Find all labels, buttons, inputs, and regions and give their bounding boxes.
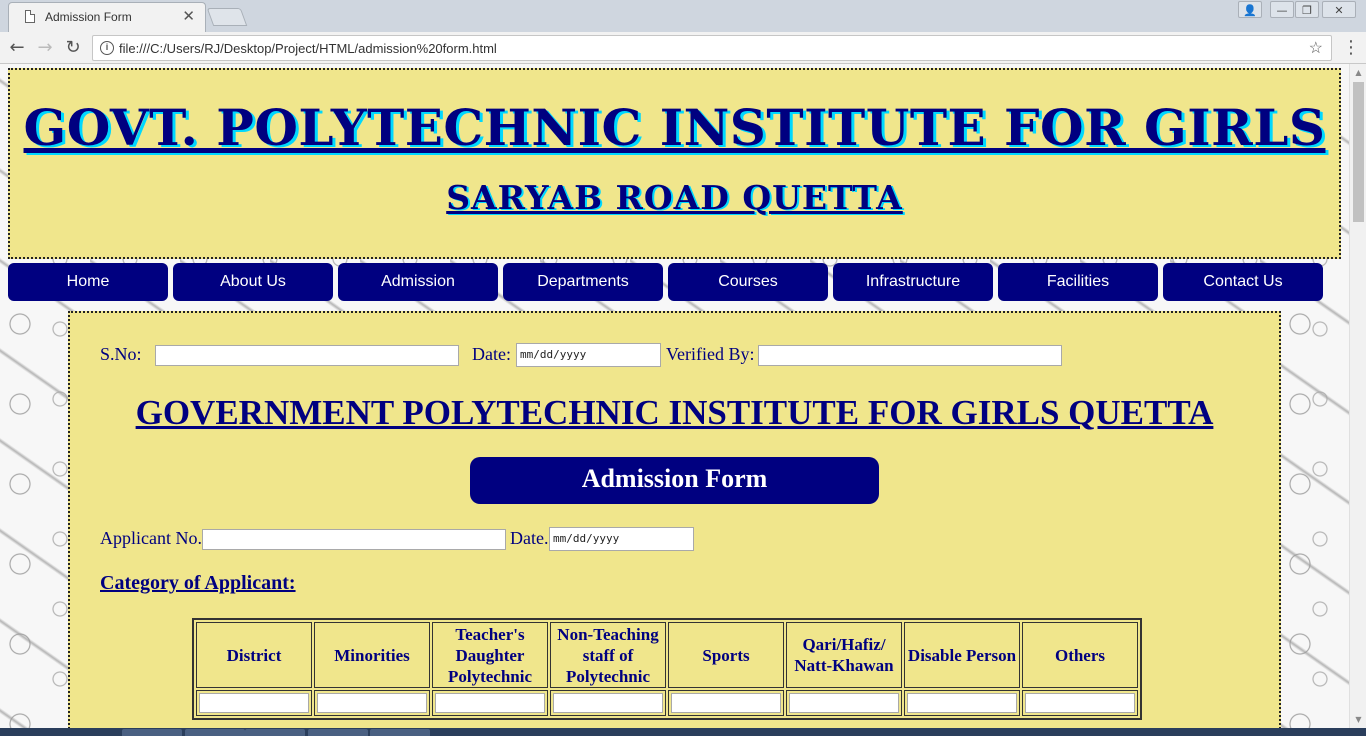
qari-hafiz-input[interactable] (789, 693, 899, 713)
nav-facilities[interactable]: Facilities (998, 263, 1158, 301)
category-others: Others (1022, 622, 1138, 688)
disable-person-input[interactable] (907, 693, 1017, 713)
applicant-no-input[interactable] (202, 529, 506, 550)
address-bar[interactable]: i file:///C:/Users/RJ/Desktop/Project/HT… (92, 35, 1332, 61)
new-tab-button[interactable] (206, 8, 248, 26)
category-disable-person: Disable Person (904, 622, 1020, 688)
scroll-down-icon[interactable]: ▼ (1350, 711, 1366, 728)
taskbar-item[interactable] (245, 729, 305, 736)
table-cell (668, 690, 784, 716)
info-icon[interactable]: i (100, 41, 114, 55)
close-window-button[interactable]: ✕ (1322, 1, 1356, 18)
taskbar-item[interactable] (122, 729, 182, 736)
category-non-teaching-staff: Non-Teaching staff of Polytechnic (550, 622, 666, 688)
restore-button[interactable]: ❐ (1295, 1, 1319, 18)
category-district: District (196, 622, 312, 688)
nav-courses[interactable]: Courses (668, 263, 828, 301)
scroll-up-icon[interactable]: ▲ (1350, 64, 1366, 81)
table-cell (904, 690, 1020, 716)
browser-menu-icon[interactable]: ⋮ (1342, 38, 1360, 58)
admission-form-panel: S.No: Date: mm/dd/yyyy Verified By: GOVE… (68, 311, 1281, 728)
tab-close-icon[interactable]: ✕ (182, 7, 195, 25)
sports-input[interactable] (671, 693, 781, 713)
nav-home[interactable]: Home (8, 263, 168, 301)
minorities-input[interactable] (317, 693, 427, 713)
applicant-date-input[interactable]: mm/dd/yyyy (549, 527, 694, 551)
form-title: Admission Form (470, 457, 879, 504)
others-input[interactable] (1025, 693, 1135, 713)
reload-icon[interactable]: ↻ (62, 37, 84, 59)
category-input-row (196, 690, 1138, 716)
nav-contact-us[interactable]: Contact Us (1163, 263, 1323, 301)
site-title: GOVT. POLYTECHNIC INSTITUTE FOR GIRLS (23, 98, 1326, 157)
applicant-date-label: Date. (510, 528, 549, 548)
applicant-no-label: Applicant No. (100, 528, 202, 548)
document-icon (25, 10, 35, 23)
verified-by-input[interactable] (758, 345, 1062, 366)
category-table: District Minorities Teacher's Daughter P… (192, 618, 1142, 720)
table-cell (550, 690, 666, 716)
nav-admission[interactable]: Admission (338, 263, 498, 301)
date-input[interactable]: mm/dd/yyyy (516, 343, 661, 367)
teachers-daughter-input[interactable] (435, 693, 545, 713)
back-arrow-icon[interactable]: ← (6, 37, 28, 59)
table-cell (1022, 690, 1138, 716)
taskbar-item[interactable] (370, 729, 430, 736)
os-taskbar (0, 728, 1366, 736)
site-header: GOVT. POLYTECHNIC INSTITUTE FOR GIRLS SA… (8, 68, 1341, 259)
bookmark-star-icon[interactable]: ☆ (1309, 38, 1323, 58)
page-viewport: GOVT. POLYTECHNIC INSTITUTE FOR GIRLS SA… (0, 64, 1349, 728)
minimize-button[interactable]: — (1270, 1, 1294, 18)
taskbar-item[interactable] (185, 729, 245, 736)
nav-infrastructure[interactable]: Infrastructure (833, 263, 993, 301)
date-label: Date: (472, 344, 511, 364)
category-minorities: Minorities (314, 622, 430, 688)
category-heading: Category of Applicant: (100, 572, 296, 594)
sno-label: S.No: (100, 344, 142, 364)
table-cell (786, 690, 902, 716)
category-header-row: District Minorities Teacher's Daughter P… (196, 622, 1138, 688)
profile-icon[interactable]: 👤 (1238, 1, 1262, 18)
table-cell (432, 690, 548, 716)
browser-tab[interactable]: Admission Form ✕ (8, 2, 206, 32)
tab-title: Admission Form (45, 10, 132, 24)
table-cell (314, 690, 430, 716)
browser-toolbar: ← → ↻ i file:///C:/Users/RJ/Desktop/Proj… (0, 32, 1366, 64)
nav-departments[interactable]: Departments (503, 263, 663, 301)
district-input[interactable] (199, 693, 309, 713)
url-text[interactable]: file:///C:/Users/RJ/Desktop/Project/HTML… (119, 41, 497, 56)
non-teaching-staff-input[interactable] (553, 693, 663, 713)
institute-title: GOVERNMENT POLYTECHNIC INSTITUTE FOR GIR… (135, 393, 1214, 432)
browser-title-bar: Admission Form ✕ 👤 — ❐ ✕ (0, 0, 1366, 32)
taskbar-item[interactable] (308, 729, 368, 736)
scrollbar-thumb[interactable] (1353, 82, 1364, 222)
table-cell (196, 690, 312, 716)
category-teachers-daughter: Teacher's Daughter Polytechnic (432, 622, 548, 688)
category-sports: Sports (668, 622, 784, 688)
forward-arrow-icon[interactable]: → (34, 37, 56, 59)
main-navigation: Home About Us Admission Departments Cour… (8, 263, 1328, 301)
sno-input[interactable] (155, 345, 459, 366)
vertical-scrollbar[interactable]: ▲ ▼ (1349, 64, 1366, 728)
verified-by-label: Verified By: (666, 344, 755, 364)
nav-about-us[interactable]: About Us (173, 263, 333, 301)
category-qari-hafiz: Qari/Hafiz/ Natt-Khawan (786, 622, 902, 688)
site-subtitle: SARYAB ROAD QUETTA (446, 178, 903, 217)
